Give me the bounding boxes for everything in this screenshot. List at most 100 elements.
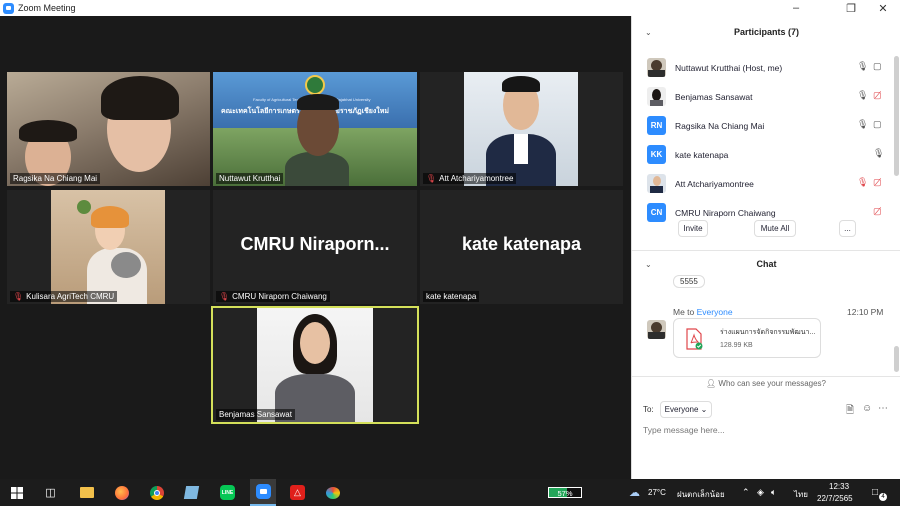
hair [91,206,129,228]
title-bar: Zoom Meeting – ❐ ✕ [0,0,900,16]
avatar-initials: KK [647,145,666,164]
participant-row[interactable]: Att Atchariyamontree 🎙︎ ▢̸ [632,169,894,198]
participant-row[interactable]: Nuttawut Krutthai (Host, me) 🎙︎ ▢ [632,53,894,82]
volume-icon[interactable]: 🔈︎ [771,487,776,498]
paint-icon[interactable] [324,484,341,501]
file-size: 128.99 KB [720,342,753,349]
chat-recipient[interactable]: Everyone [697,307,733,317]
close-button[interactable]: ✕ [868,0,898,16]
notification-icon[interactable]: □ [872,487,878,498]
recipient-dropdown[interactable]: Everyone ⌄ [660,401,712,418]
tile-name-label: 🎙︎ CMRU Niraporn Chaiwang [216,291,330,302]
network-icon[interactable]: ◈ [757,487,764,498]
video-camera-icon[interactable]: ▢ [873,61,882,72]
acrobat-icon[interactable]: △ [289,484,306,501]
shirt [514,134,528,164]
video-camera-icon[interactable]: ▢ [873,119,882,130]
video-gallery: Ragsika Na Chiang Mai คณะเทคโนโลยีการเกษ… [0,16,631,479]
video-tile[interactable]: Ragsika Na Chiang Mai [7,72,210,186]
participant-row[interactable]: RN Ragsika Na Chiang Mai 🎙︎ ▢ [632,111,894,140]
file-icon[interactable]: 🗎︎ [846,403,854,420]
participant-row[interactable]: KK kate katenapa 🎙︎ [632,140,894,169]
video-tile-active-speaker[interactable]: Benjamas Sansawat [211,306,419,424]
participant-row[interactable]: Benjamas Sansawat 🎙︎ ▢̸ [632,82,894,111]
mic-muted-icon: 🎙︎ [13,292,24,301]
weather-temp[interactable]: 27°C [648,488,666,497]
body [285,152,349,186]
tile-name-label: kate katenapa [423,291,480,302]
video-tile[interactable]: CMRU Niraporn... 🎙︎ CMRU Niraporn Chaiwan… [213,190,417,304]
firefox-icon[interactable] [113,484,130,501]
chrome-icon[interactable] [148,484,165,501]
weather-icon[interactable]: ☁ [629,486,640,499]
message-input[interactable]: Type message here... [643,425,725,435]
to-label: To: [643,405,654,414]
chat-scrollbar[interactable] [894,346,899,372]
mic-icon[interactable]: 🎙︎ [857,90,868,101]
battery-indicator[interactable]: 57% [548,487,582,498]
chat-title: Chat [756,259,777,269]
message-visibility-info[interactable]: 👤︎ Who can see your messages? [632,379,900,388]
video-tile[interactable]: 🎙︎ Kulisara AgriTech CMRU [7,190,210,304]
zoom-taskbar-icon[interactable] [250,479,276,506]
video-tile[interactable]: kate katenapa kate katenapa [420,190,623,304]
windows-taskbar: ◫ LINE △ 57% ☁ 27°C ฝนตกเล็กน้อย ⌃ ◈ 🔈︎ … [0,479,900,506]
windows-start-icon[interactable] [8,484,25,501]
participant-name: CMRU Niraporn Chaiwang [675,207,776,218]
video-off-icon[interactable]: ▢̸ [873,90,882,101]
hair [101,76,179,120]
mic-icon[interactable]: 🎙︎ [857,119,868,130]
video-tile[interactable]: 🎙︎ Att Atchariyamontree [420,72,623,186]
notification-count: 4 [879,493,887,501]
mic-icon[interactable]: 🎙︎ [873,148,884,159]
file-attachment-card[interactable]: ร่างแผนการจัดกิจกรรมพัฒนา... 128.99 KB [673,318,821,358]
invite-button[interactable]: Invite [678,220,708,237]
participants-scrollbar[interactable] [894,56,899,176]
participants-header: ⌄ Participants (7) [632,24,900,40]
language-indicator[interactable]: ไทย [794,488,808,501]
mute-all-button[interactable]: Mute All [754,220,796,237]
video-off-icon[interactable]: ▢̸ [873,177,882,188]
clock-date[interactable]: 22/7/2565 [817,494,853,503]
app-icon[interactable] [183,484,200,501]
participants-title: Participants (7) [733,27,800,37]
mic-muted-icon: 🎙︎ [426,174,437,183]
weather-description[interactable]: ฝนตกเล็กน้อย [677,488,725,501]
university-logo [305,75,325,95]
chat-input-area: To: Everyone ⌄ 🗎︎ ☺ ⋯ Type message here.… [632,391,900,479]
mic-muted-icon: 🎙︎ [219,292,230,301]
cat [111,252,141,278]
clock-time[interactable]: 12:33 [829,482,849,491]
mic-muted-icon[interactable]: 🎙︎ [857,177,868,188]
more-options-icon[interactable]: ⋯ [878,403,888,414]
task-view-icon[interactable]: ◫ [42,484,59,501]
sender-avatar [647,320,666,339]
participant-display-name: kate katenapa [461,234,582,254]
panel-divider [632,250,900,251]
file-name: ร่างแผนการจัดกิจกรรมพัฒนา... [720,329,816,336]
show-hidden-icons-icon[interactable]: ⌃ [742,487,750,498]
avatar [647,58,666,77]
face [300,322,330,364]
panel-divider [632,376,900,377]
video-tile[interactable]: คณะเทคโนโลยีการเกษตร มหาวิทยาลัยราชภัฏเช… [213,72,417,186]
minimize-button[interactable]: – [781,0,811,16]
participant-name: kate katenapa [675,149,729,160]
maximize-button[interactable]: ❐ [836,0,866,16]
file-explorer-icon[interactable] [78,484,95,501]
tile-name-label: Benjamas Sansawat [216,409,295,420]
participants-list: Nuttawut Krutthai (Host, me) 🎙︎ ▢ Benjam… [632,53,894,223]
participant-name: Benjamas Sansawat [675,91,753,102]
more-options-button[interactable]: ... [839,220,856,237]
chat-message-bubble: 5555 [673,275,705,288]
tile-name-label: Ragsika Na Chiang Mai [10,173,101,184]
chat-time: 12:10 PM [847,307,884,317]
participant-display-name: CMRU Niraporn... [240,234,390,254]
chat-sender: Me to Everyone [673,307,733,317]
emoji-icon[interactable]: ☺ [862,403,872,414]
avatar-initials: CN [647,203,666,222]
line-app-icon[interactable]: LINE [219,484,236,501]
video-off-icon[interactable]: ▢̸ [873,206,882,217]
mic-icon[interactable]: 🎙︎ [857,61,868,72]
participant-name: Ragsika Na Chiang Mai [675,120,765,131]
